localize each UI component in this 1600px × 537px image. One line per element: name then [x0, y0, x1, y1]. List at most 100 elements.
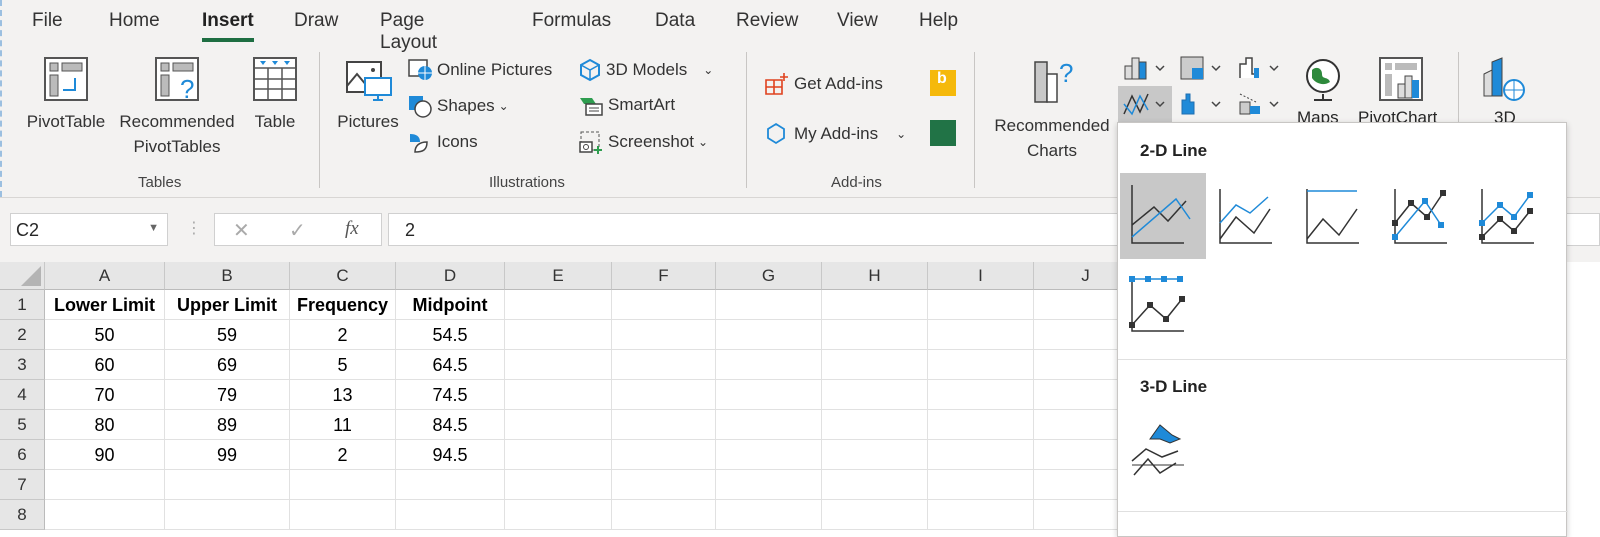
cell-I4[interactable]: [928, 380, 1034, 410]
cell-B3[interactable]: 69: [165, 350, 290, 380]
cell-C5[interactable]: 11: [290, 410, 396, 440]
row-header-5[interactable]: 5: [0, 410, 45, 440]
cell-C1[interactable]: Frequency: [290, 290, 396, 320]
3d-map-button[interactable]: [1480, 54, 1530, 104]
insert-function-icon[interactable]: fx: [345, 218, 359, 240]
cell-D7[interactable]: [396, 470, 505, 500]
cell-G1[interactable]: [716, 290, 822, 320]
row-header-6[interactable]: 6: [0, 440, 45, 470]
cell-B4[interactable]: 79: [165, 380, 290, 410]
tab-formulas[interactable]: Formulas: [532, 10, 611, 32]
drag-handle-icon[interactable]: ⋮: [186, 218, 202, 238]
enter-icon[interactable]: ✓: [289, 218, 306, 243]
cell-G5[interactable]: [716, 410, 822, 440]
cell-G8[interactable]: [716, 500, 822, 530]
line-chart-button[interactable]: [1118, 86, 1172, 122]
pivotchart-button[interactable]: [1378, 56, 1428, 106]
column-header-I[interactable]: I: [928, 262, 1034, 290]
tab-page-layout[interactable]: Page Layout: [380, 10, 437, 54]
cell-A8[interactable]: [45, 500, 165, 530]
smartart-button[interactable]: SmartArt: [578, 94, 675, 116]
cell-B2[interactable]: 59: [165, 320, 290, 350]
row-header-8[interactable]: 8: [0, 500, 45, 530]
cell-H1[interactable]: [822, 290, 928, 320]
cell-I1[interactable]: [928, 290, 1034, 320]
cell-A7[interactable]: [45, 470, 165, 500]
tab-help[interactable]: Help: [919, 10, 958, 32]
cell-E5[interactable]: [505, 410, 612, 440]
cell-F1[interactable]: [612, 290, 716, 320]
statistic-chart-button[interactable]: [1178, 90, 1226, 118]
bing-maps-icon[interactable]: b: [930, 70, 956, 96]
row-header-2[interactable]: 2: [0, 320, 45, 350]
cell-D4[interactable]: 74.5: [396, 380, 505, 410]
cell-G2[interactable]: [716, 320, 822, 350]
scatter-chart-button[interactable]: [1236, 90, 1284, 118]
cell-I3[interactable]: [928, 350, 1034, 380]
cell-C4[interactable]: 13: [290, 380, 396, 410]
cell-E8[interactable]: [505, 500, 612, 530]
cell-H3[interactable]: [822, 350, 928, 380]
cell-B7[interactable]: [165, 470, 290, 500]
cell-F7[interactable]: [612, 470, 716, 500]
cell-B5[interactable]: 89: [165, 410, 290, 440]
tab-draw[interactable]: Draw: [294, 10, 338, 32]
cell-A3[interactable]: 60: [45, 350, 165, 380]
cell-F4[interactable]: [612, 380, 716, 410]
cell-A6[interactable]: 90: [45, 440, 165, 470]
column-header-E[interactable]: E: [505, 262, 612, 290]
cell-G3[interactable]: [716, 350, 822, 380]
cell-D1[interactable]: Midpoint: [396, 290, 505, 320]
column-header-B[interactable]: B: [165, 262, 290, 290]
cell-I7[interactable]: [928, 470, 1034, 500]
icons-button[interactable]: Icons: [407, 130, 478, 154]
cell-E7[interactable]: [505, 470, 612, 500]
cell-F6[interactable]: [612, 440, 716, 470]
line-option[interactable]: [1120, 173, 1206, 259]
tab-home[interactable]: Home: [109, 10, 160, 32]
cell-C2[interactable]: 2: [290, 320, 396, 350]
pictures-button[interactable]: Pictures: [332, 56, 404, 134]
cell-H2[interactable]: [822, 320, 928, 350]
tab-file[interactable]: File: [32, 10, 63, 32]
cell-B1[interactable]: Upper Limit: [165, 290, 290, 320]
cell-D6[interactable]: 94.5: [396, 440, 505, 470]
stacked-line-option[interactable]: [1208, 173, 1294, 259]
3d-models-button[interactable]: 3D Models ⌄: [578, 58, 713, 82]
screenshot-button[interactable]: Screenshot ⌄: [578, 130, 708, 154]
cell-E1[interactable]: [505, 290, 612, 320]
row-header-3[interactable]: 3: [0, 350, 45, 380]
get-add-ins-button[interactable]: Get Add-ins: [764, 72, 883, 96]
column-header-D[interactable]: D: [396, 262, 505, 290]
row-header-7[interactable]: 7: [0, 470, 45, 500]
cell-I6[interactable]: [928, 440, 1034, 470]
row-header-1[interactable]: 1: [0, 290, 45, 320]
people-graph-icon[interactable]: [930, 120, 956, 146]
cell-F2[interactable]: [612, 320, 716, 350]
cell-H8[interactable]: [822, 500, 928, 530]
waterfall-chart-button[interactable]: [1236, 54, 1284, 82]
cell-C3[interactable]: 5: [290, 350, 396, 380]
cell-B6[interactable]: 99: [165, 440, 290, 470]
my-add-ins-button[interactable]: My Add-ins ⌄: [764, 122, 906, 146]
cell-C8[interactable]: [290, 500, 396, 530]
100-stacked-line-option[interactable]: [1295, 173, 1381, 259]
maps-button[interactable]: [1298, 54, 1348, 114]
cell-D2[interactable]: 54.5: [396, 320, 505, 350]
column-header-C[interactable]: C: [290, 262, 396, 290]
stacked-line-with-markers-option[interactable]: [1470, 173, 1556, 259]
cell-G7[interactable]: [716, 470, 822, 500]
row-header-4[interactable]: 4: [0, 380, 45, 410]
hierarchy-chart-button[interactable]: [1178, 54, 1226, 82]
table-button[interactable]: Table: [246, 56, 304, 134]
cell-I2[interactable]: [928, 320, 1034, 350]
cell-C6[interactable]: 2: [290, 440, 396, 470]
cell-A4[interactable]: 70: [45, 380, 165, 410]
column-header-F[interactable]: F: [612, 262, 716, 290]
cell-G6[interactable]: [716, 440, 822, 470]
cell-F8[interactable]: [612, 500, 716, 530]
tab-data[interactable]: Data: [655, 10, 695, 32]
cell-I5[interactable]: [928, 410, 1034, 440]
cell-E4[interactable]: [505, 380, 612, 410]
cell-E2[interactable]: [505, 320, 612, 350]
